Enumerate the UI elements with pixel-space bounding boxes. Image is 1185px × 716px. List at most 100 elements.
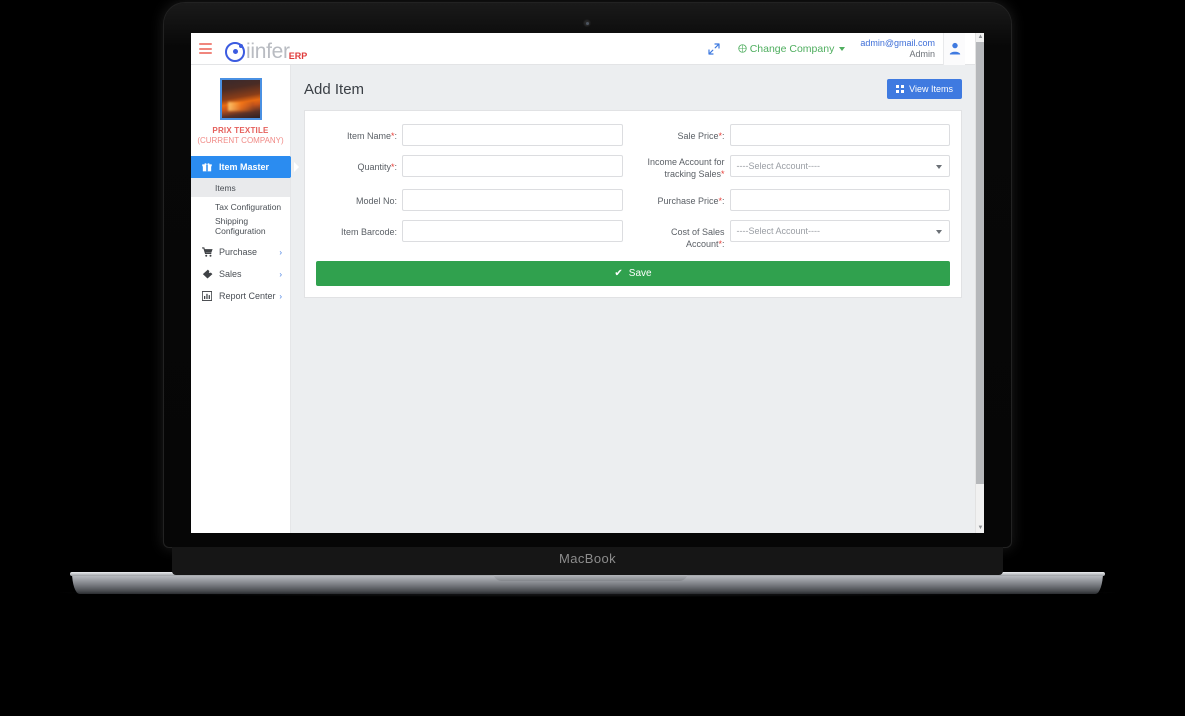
- field-label: Purchase Price*:: [657, 196, 725, 206]
- hamburger-icon[interactable]: [199, 43, 212, 54]
- required-asterisk: *: [718, 131, 722, 141]
- device-wordmark: MacBook: [559, 551, 616, 566]
- cart-icon: [200, 247, 214, 257]
- field-label: Cost of Sales Account*:: [670, 227, 725, 249]
- sidebar-subitem-tax-configuration[interactable]: Tax Configuration: [191, 197, 290, 216]
- sale-price-input[interactable]: [729, 124, 950, 146]
- app-logo[interactable]: iinfer ERP: [225, 33, 307, 65]
- laptop-screen: iinfer ERP Change Company admin@gmail.co…: [191, 33, 984, 533]
- field-control: ----Select Account----: [729, 155, 950, 177]
- field-label: Item Name*:: [346, 131, 397, 141]
- browser-viewport: iinfer ERP Change Company admin@gmail.co…: [191, 33, 984, 533]
- chevron-right-icon: ›: [279, 269, 282, 279]
- change-company-label: Change Company: [749, 42, 835, 55]
- field-control: [402, 220, 623, 242]
- chevron-right-icon: ›: [279, 291, 282, 301]
- sidebar-subitem-label: Tax Configuration: [215, 201, 282, 212]
- screenshot-stage: MacBook iinfer ERP Change Company admin@…: [0, 0, 1185, 716]
- quantity-input[interactable]: [402, 155, 623, 177]
- sidebar: PRIX TEXTILE (CURRENT COMPANY) Item Mast…: [191, 65, 299, 533]
- view-items-button[interactable]: View Items: [887, 79, 962, 99]
- sidebar-item-label: Item Master: [219, 162, 270, 172]
- field-control: [729, 124, 950, 146]
- change-company-button[interactable]: Change Company: [729, 33, 855, 65]
- account-role: Admin: [909, 48, 935, 59]
- field-income-account: Income Account for tracking Sales* ----S…: [644, 155, 950, 180]
- field-label: Item Barcode:: [340, 227, 397, 237]
- save-button[interactable]: ✔ Save: [316, 261, 950, 286]
- sidebar-item-label: Purchase: [219, 247, 258, 257]
- label-text: Income Account for tracking Sales: [647, 157, 725, 179]
- model-no-input[interactable]: [402, 189, 623, 211]
- atom-logo-icon: [225, 41, 245, 62]
- brand-suffix: ERP: [288, 50, 308, 61]
- label-text: Item Name: [346, 131, 391, 141]
- income-account-select[interactable]: ----Select Account----: [729, 155, 950, 177]
- field-control: ----Select Account----: [729, 220, 950, 242]
- sidebar-subitem-shipping-configuration[interactable]: Shipping Configuration: [191, 216, 290, 236]
- required-asterisk: *: [718, 196, 722, 206]
- form-grid: Item Name*: Sale Price*: Quantity*: Inco…: [316, 124, 950, 250]
- expand-screen-button[interactable]: [699, 33, 729, 65]
- user-avatar-button[interactable]: [943, 33, 965, 65]
- page-title: Add Item: [304, 80, 365, 98]
- field-label: Income Account for tracking Sales*: [644, 155, 730, 180]
- add-item-form: Item Name*: Sale Price*: Quantity*: Inco…: [304, 110, 962, 298]
- field-quantity: Quantity*:: [316, 155, 623, 180]
- company-logo-image: [219, 78, 262, 120]
- sidebar-item-item-master[interactable]: Item Master: [191, 156, 299, 178]
- main-content: Add Item View Items Item Name*: Sale Pri…: [291, 65, 975, 533]
- scrollbar-thumb[interactable]: [976, 42, 984, 484]
- required-asterisk: *: [720, 169, 725, 179]
- expand-arrows-icon: [708, 42, 720, 55]
- globe-icon: [738, 44, 747, 53]
- field-item-name: Item Name*:: [316, 124, 623, 146]
- bar-chart-icon: [200, 291, 214, 301]
- grid-icon: [896, 85, 905, 93]
- chevron-down-icon: [839, 46, 846, 51]
- required-asterisk: *: [718, 239, 722, 249]
- field-control: [402, 155, 623, 177]
- company-current-label: (CURRENT COMPANY): [197, 136, 284, 145]
- sidebar-subitem-label: Items: [215, 182, 236, 193]
- item-barcode-input[interactable]: [402, 220, 623, 242]
- income-account-value: ----Select Account----: [736, 161, 821, 171]
- company-name: PRIX TEXTILE: [212, 126, 269, 135]
- field-label: Quantity*:: [357, 162, 397, 172]
- chevron-down-icon: [936, 229, 942, 234]
- account-info[interactable]: admin@gmail.com Admin: [854, 38, 943, 59]
- sidebar-item-report-center[interactable]: Report Center ›: [191, 285, 290, 307]
- sidebar-item-sales[interactable]: Sales ›: [191, 263, 290, 285]
- item-name-input[interactable]: [402, 124, 623, 146]
- view-items-label: View Items: [909, 84, 953, 94]
- sidebar-item-label: Report Center: [219, 291, 276, 301]
- sidebar-item-purchase[interactable]: Purchase ›: [191, 241, 290, 263]
- field-label: Sale Price*:: [677, 131, 725, 141]
- scroll-down-arrow-icon[interactable]: ▼: [977, 525, 984, 532]
- field-control: [402, 189, 623, 211]
- cost-of-sales-account-select[interactable]: ----Select Account----: [729, 220, 950, 242]
- label-text: Sale Price: [677, 131, 719, 141]
- field-label: Model No:: [355, 196, 397, 206]
- account-email: admin@gmail.com: [860, 38, 935, 48]
- required-asterisk: *: [390, 131, 395, 141]
- change-company-wrap: Change Company: [738, 43, 846, 55]
- scroll-up-arrow-icon[interactable]: ▲: [977, 34, 984, 41]
- save-label: Save: [628, 268, 652, 279]
- sidebar-subitem-items[interactable]: Items: [191, 178, 290, 197]
- field-cost-of-sales-account: Cost of Sales Account*: ----Select Accou…: [644, 220, 950, 250]
- label-text: Cost of Sales Account: [670, 227, 725, 249]
- field-model-no: Model No:: [316, 189, 623, 211]
- purchase-price-input[interactable]: [729, 189, 950, 211]
- check-icon: ✔: [614, 268, 623, 279]
- laptop-chin: MacBook: [172, 547, 1003, 575]
- app-header: iinfer ERP Change Company admin@gmail.co…: [191, 33, 984, 65]
- cost-of-sales-account-value: ----Select Account----: [736, 226, 821, 236]
- tag-icon: [200, 269, 214, 279]
- sidebar-nav: Item Master Items Tax Configuration Ship…: [191, 156, 299, 307]
- user-icon: [949, 42, 960, 55]
- webcam-icon: [583, 19, 591, 27]
- content-header: Add Item View Items: [304, 77, 962, 101]
- page-scrollbar[interactable]: ▲ ▼: [975, 33, 984, 533]
- brand-name: iinfer: [246, 39, 290, 63]
